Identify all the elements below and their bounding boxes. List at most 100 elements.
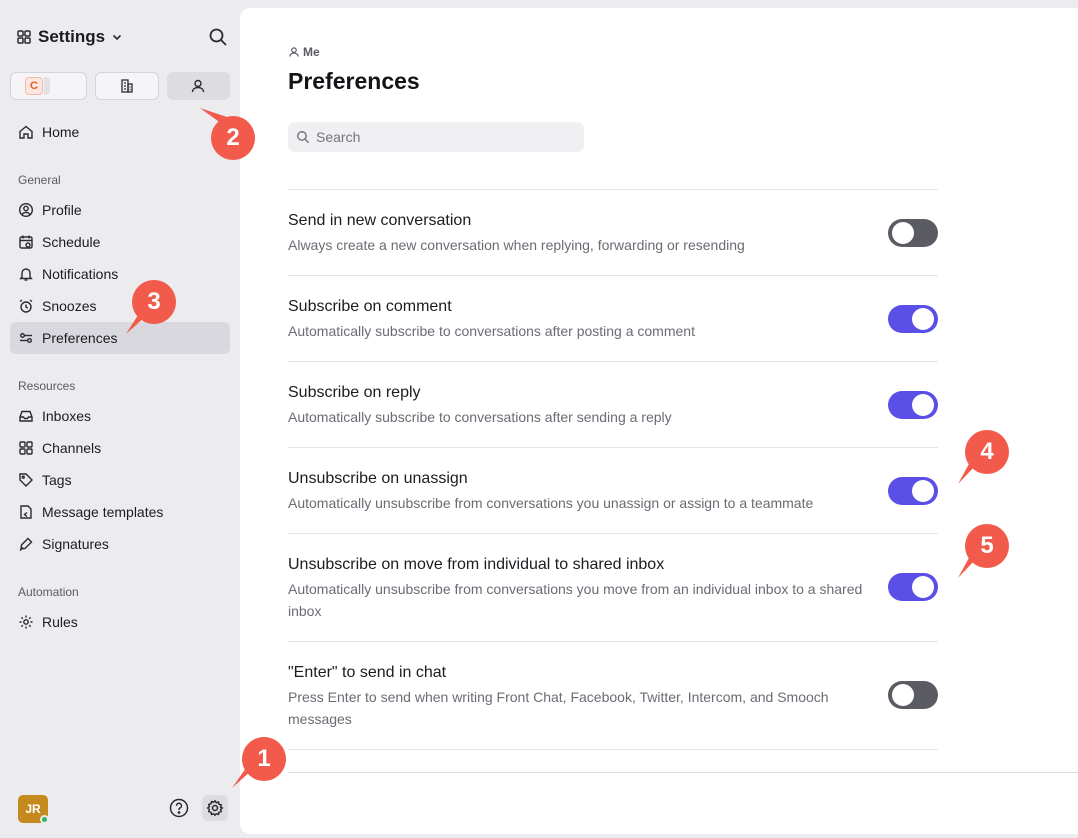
template-icon <box>18 504 34 520</box>
toggle-knob <box>892 684 914 706</box>
gear-icon <box>206 799 224 817</box>
annotation-badge-4: 4 <box>965 430 1009 474</box>
toggle-subscribe-on-reply[interactable] <box>888 391 938 419</box>
setting-description: Automatically subscribe to conversations… <box>288 323 695 339</box>
setting-title: Unsubscribe on unassign <box>288 470 468 487</box>
main-panel: Me Preferences Send in new conversation … <box>240 8 1078 834</box>
presence-indicator <box>40 815 49 824</box>
gear-icon <box>18 614 34 630</box>
sidebar-item-label: Tags <box>42 472 72 488</box>
alarm-clock-icon <box>18 298 34 314</box>
sidebar-item-profile[interactable]: Profile <box>10 194 230 226</box>
company-scope-button[interactable]: C <box>10 72 88 100</box>
sidebar-item-label: Schedule <box>42 234 101 250</box>
toggle-knob <box>912 480 934 502</box>
annotation-badge-2: 2 <box>211 116 255 160</box>
sidebar-item-schedule[interactable]: Schedule <box>10 226 230 258</box>
sidebar-item-snoozes[interactable]: Snoozes <box>10 290 230 322</box>
sidebar-item-signatures[interactable]: Signatures <box>10 528 230 560</box>
setting-row: Unsubscribe on unassign Automatically un… <box>288 448 938 534</box>
sidebar-item-label: Snoozes <box>42 298 97 314</box>
scope-switcher: C <box>10 72 230 100</box>
search-icon[interactable] <box>208 27 228 47</box>
sidebar-item-label: Message templates <box>42 504 164 520</box>
bell-icon <box>18 266 34 282</box>
workspace-scope-button[interactable] <box>95 72 159 100</box>
company-stack <box>44 77 50 95</box>
help-icon[interactable] <box>168 797 190 819</box>
sidebar-item-tags[interactable]: Tags <box>10 464 230 496</box>
sidebar-item-rules[interactable]: Rules <box>10 606 230 638</box>
sidebar-header: Settings <box>16 24 228 50</box>
tag-icon <box>18 472 34 488</box>
setting-row: Unsubscribe on move from individual to s… <box>288 534 938 642</box>
inbox-icon <box>18 408 34 424</box>
home-icon <box>18 124 34 140</box>
sidebar-item-channels[interactable]: Channels <box>10 432 230 464</box>
sidebar-item-preferences[interactable]: Preferences <box>10 322 230 354</box>
setting-title: Send in new conversation <box>288 212 472 229</box>
toggle-unsubscribe-on-unassign[interactable] <box>888 477 938 505</box>
setting-description: Automatically subscribe to conversations… <box>288 409 672 425</box>
sidebar-item-label: Rules <box>42 614 78 630</box>
pen-icon <box>18 536 34 552</box>
sidebar-footer: JR <box>18 795 230 824</box>
profile-icon <box>18 202 34 218</box>
setting-row: Send in new conversation Always create a… <box>288 190 938 276</box>
chevron-down-icon <box>111 31 123 43</box>
search-field <box>288 122 584 152</box>
setting-description: Automatically unsubscribe from conversat… <box>288 581 863 619</box>
sliders-icon <box>18 330 34 346</box>
sidebar-item-inboxes[interactable]: Inboxes <box>10 400 230 432</box>
sidebar-item-label: Channels <box>42 440 102 456</box>
sidebar-item-label: Preferences <box>42 330 118 346</box>
annotation-badge-1: 1 <box>242 737 286 781</box>
annotation-badge-5: 5 <box>965 524 1009 568</box>
toggle-knob <box>912 576 934 598</box>
personal-scope-button[interactable] <box>166 72 230 100</box>
sidebar-item-notifications[interactable]: Notifications <box>10 258 230 290</box>
settings-menu-button[interactable]: Settings <box>16 27 123 47</box>
calendar-clock-icon <box>18 234 34 250</box>
sidebar-item-label: Notifications <box>42 266 119 282</box>
toggle-knob <box>912 308 934 330</box>
setting-row: "Enter" to send in chat Press Enter to s… <box>288 642 938 750</box>
sidebar-item-label: Inboxes <box>42 408 92 424</box>
section-label-automation: Automation <box>18 585 79 599</box>
sidebar-item-label: Home <box>42 124 80 140</box>
sidebar-title: Settings <box>38 27 106 46</box>
footer-divider <box>288 772 1078 773</box>
search-input[interactable] <box>316 129 576 145</box>
section-label-general: General <box>18 173 61 187</box>
preferences-list: Send in new conversation Always create a… <box>288 189 938 750</box>
search-icon <box>296 130 310 144</box>
user-icon <box>190 78 206 94</box>
setting-description: Always create a new conversation when re… <box>288 237 745 253</box>
sidebar-item-label: Profile <box>42 202 82 218</box>
breadcrumb: Me <box>288 45 320 59</box>
sidebar-item-home[interactable]: Home <box>10 116 230 148</box>
toggle-unsubscribe-on-move[interactable] <box>888 573 938 601</box>
section-label-resources: Resources <box>18 379 76 393</box>
toggle-knob <box>912 394 934 416</box>
company-badge: C <box>25 77 43 95</box>
page-title: Preferences <box>288 68 420 94</box>
user-icon <box>288 46 300 58</box>
toggle-send-in-new-conversation[interactable] <box>888 219 938 247</box>
toggle-subscribe-on-comment[interactable] <box>888 305 938 333</box>
setting-row: Subscribe on reply Automatically subscri… <box>288 362 938 448</box>
setting-title: "Enter" to send in chat <box>288 664 447 681</box>
sidebar-item-label: Signatures <box>42 536 109 552</box>
setting-description: Automatically unsubscribe from conversat… <box>288 495 814 511</box>
annotation-badge-3: 3 <box>132 280 176 324</box>
toggle-enter-to-send[interactable] <box>888 681 938 709</box>
grid-icon <box>16 29 32 45</box>
sidebar-item-message-templates[interactable]: Message templates <box>10 496 230 528</box>
setting-title: Subscribe on reply <box>288 384 421 401</box>
setting-description: Press Enter to send when writing Front C… <box>288 689 829 727</box>
setting-title: Unsubscribe on move from individual to s… <box>288 556 665 573</box>
grid-icon <box>18 440 34 456</box>
breadcrumb-label: Me <box>303 45 320 59</box>
sidebar: Settings C Home General Profile Schedule… <box>0 0 240 838</box>
settings-gear-button[interactable] <box>202 795 228 821</box>
